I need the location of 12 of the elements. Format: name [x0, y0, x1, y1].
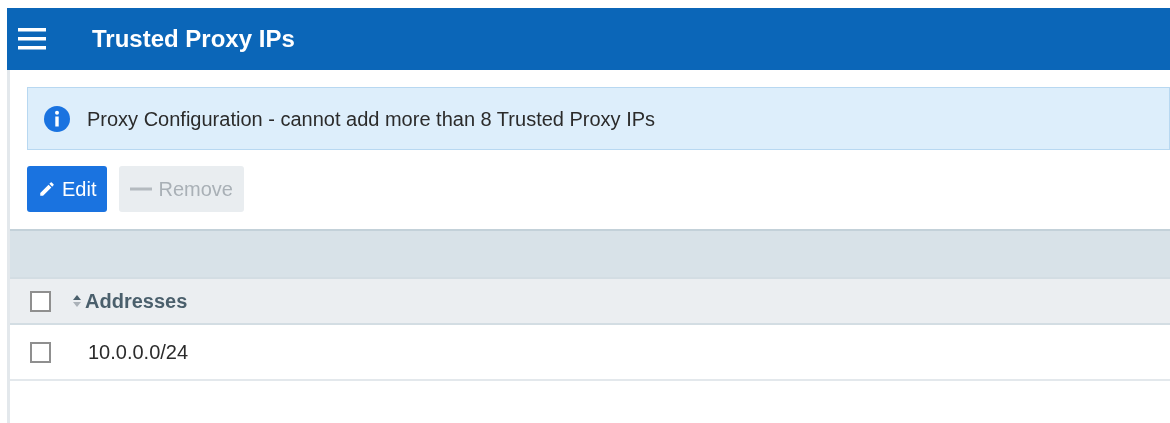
- checkbox[interactable]: [30, 290, 51, 312]
- menu-icon[interactable]: [18, 28, 46, 50]
- pencil-icon: [38, 180, 56, 198]
- minus-icon: [130, 187, 153, 191]
- table-cell-text: 10.0.0.0/24: [88, 340, 189, 365]
- column-header[interactable]: Addresses: [72, 286, 188, 316]
- sort-icon: [72, 293, 82, 309]
- alert-text: Proxy Configuration - cannot add more than 8 Trusted Proxy IPs: [87, 106, 656, 132]
- page-title: Trusted Proxy IPs: [92, 24, 295, 54]
- edit-button[interactable]: Edit: [27, 166, 108, 212]
- checkbox[interactable]: [30, 341, 51, 363]
- info-icon: [44, 105, 70, 132]
